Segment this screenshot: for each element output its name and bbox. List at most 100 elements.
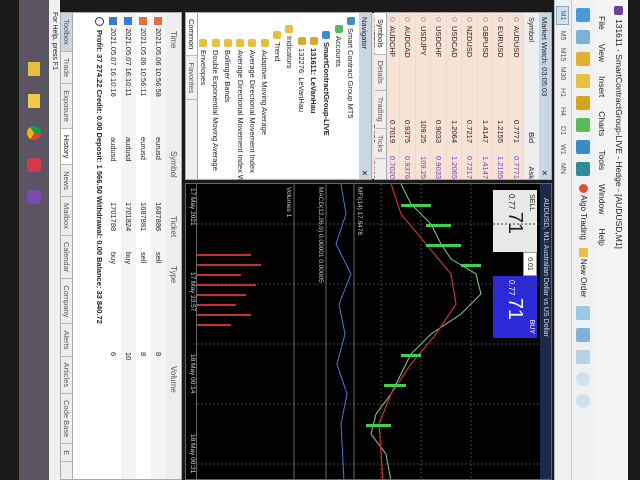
- tab-mailbox[interactable]: Mailbox: [61, 196, 72, 236]
- data-window-icon[interactable]: [576, 96, 591, 110]
- menu-help[interactable]: Help: [598, 228, 608, 245]
- bar-chart-icon[interactable]: [576, 305, 591, 320]
- navigator-item[interactable]: Indicators: [283, 17, 295, 175]
- column-ask[interactable]: Ask: [527, 143, 536, 179]
- tab-trade[interactable]: Trade: [61, 51, 72, 85]
- new-chart-icon[interactable]: [576, 8, 591, 22]
- market-watch-header: Market Watch: 03:05:03 ✕: [539, 13, 551, 179]
- tab-company[interactable]: Company: [61, 279, 72, 325]
- market-watch-row[interactable]: USDCHF 0.9033 0.9033: [430, 13, 446, 179]
- navigator-item-icon: [322, 31, 331, 39]
- timeframe-m30[interactable]: M30: [558, 65, 569, 82]
- navigator-item-icon: [334, 25, 343, 33]
- tab-news[interactable]: News: [61, 165, 72, 197]
- timeframe-d1[interactable]: D1: [558, 122, 569, 139]
- history-row[interactable]: 2021.05.06 10:56:11 eurusd 1687881 sell 8: [136, 13, 151, 479]
- tab-more[interactable]: E: [61, 444, 72, 463]
- toolbox-icon[interactable]: [576, 118, 591, 132]
- symbol-cell: USDCHF: [434, 13, 443, 107]
- column-volume[interactable]: Volume: [169, 366, 178, 426]
- navigator-item[interactable]: Average Directional Movement Index Wilde…: [234, 17, 246, 196]
- menu-insert[interactable]: Insert: [598, 76, 608, 97]
- timeframe-w1[interactable]: W1: [558, 141, 569, 158]
- time-cell: 2021.05.07 16:10:11: [124, 28, 133, 97]
- history-row[interactable]: 2021.05.06 10:56:58 eurusd 1687886 sell 8: [151, 13, 166, 479]
- market-watch-row[interactable]: USDJPY 109.25 109.25: [415, 13, 431, 179]
- metatrader-taskbar-icon[interactable]: [27, 190, 41, 204]
- navigator-item-label: Double Exponential Moving Average: [211, 50, 221, 171]
- candlestick-icon[interactable]: [576, 327, 591, 342]
- timeframe-h1[interactable]: H1: [558, 84, 569, 101]
- column-symbol[interactable]: Symbol: [169, 151, 178, 216]
- file-explorer-icon[interactable]: [28, 62, 40, 76]
- ask-cell: 0.9376: [403, 156, 413, 179]
- close-icon[interactable]: ✕: [361, 170, 370, 176]
- column-type[interactable]: Type: [169, 266, 178, 366]
- market-watch-row[interactable]: EURUSD 1.2155 1.2155: [492, 13, 508, 179]
- strategy-tester-icon[interactable]: [576, 140, 591, 154]
- timeframe-m5[interactable]: M5: [558, 27, 569, 44]
- close-icon[interactable]: ✕: [541, 170, 550, 176]
- chart-window[interactable]: AUDUSD, M1: Australian Dollar vs US Doll…: [185, 183, 552, 480]
- column-bid[interactable]: Bid: [527, 107, 536, 143]
- navigator-item[interactable]: Double Exponential Moving Average: [209, 17, 221, 175]
- algo-trading-button[interactable]: Algo Trading: [579, 184, 588, 240]
- navigator-item[interactable]: Smart Contract Group MT5: [345, 17, 357, 175]
- navigator-icon[interactable]: [576, 74, 591, 88]
- timeframe-h4[interactable]: H4: [558, 103, 569, 120]
- tab-history[interactable]: History: [61, 128, 72, 166]
- tab-exposure[interactable]: Exposure: [61, 84, 72, 129]
- navigator-item[interactable]: Bollinger Bands: [222, 17, 234, 175]
- tab-articles[interactable]: Articles: [61, 356, 72, 395]
- folder-icon[interactable]: [28, 94, 40, 108]
- line-chart-icon[interactable]: [576, 349, 591, 364]
- tab-code-base[interactable]: Code Base: [61, 394, 72, 445]
- navigator-item[interactable]: 131611: LeVanHau: [308, 17, 320, 175]
- navigator-item[interactable]: Adaptive Moving Average: [259, 17, 271, 175]
- tab-alerts[interactable]: Alerts: [61, 324, 72, 357]
- timeframe-m1[interactable]: M1: [556, 6, 570, 25]
- timeframe-mn[interactable]: MN: [558, 160, 569, 177]
- tab-favorites[interactable]: Favorites: [186, 56, 197, 101]
- market-watch-row[interactable]: AUDCAD 0.9375 0.9376: [399, 13, 415, 179]
- tab-details[interactable]: Details: [375, 54, 386, 91]
- symbol-name: GBPUSD: [480, 26, 490, 58]
- navigator-item[interactable]: 132276: LeVanHau: [296, 17, 308, 175]
- zoom-in-icon[interactable]: [576, 371, 591, 386]
- tab-ticks[interactable]: Ticks: [375, 128, 386, 160]
- tab-trading[interactable]: Trading: [375, 90, 386, 129]
- menu-file[interactable]: File: [598, 16, 608, 30]
- new-order-button[interactable]: New Order: [579, 247, 588, 298]
- tab-calendar[interactable]: Calendar: [61, 235, 72, 280]
- history-row[interactable]: 2021.05.07 16:10:11 audusd 1701824 buy 10: [121, 13, 136, 479]
- market-watch-row[interactable]: USDCAD 1.2064 1.2065: [446, 13, 462, 179]
- volume-cell: 10: [124, 352, 133, 361]
- menu-charts[interactable]: Charts: [598, 111, 608, 136]
- time-label: 18 May 00:31: [189, 434, 196, 474]
- menu-tools[interactable]: Tools: [598, 150, 608, 170]
- navigator-item[interactable]: Trend: [271, 17, 283, 175]
- tab-common[interactable]: Common: [186, 13, 197, 57]
- column-ticket[interactable]: Ticket: [169, 216, 178, 266]
- metaeditor-icon[interactable]: [576, 162, 591, 176]
- tab-symbols[interactable]: Symbols: [375, 13, 386, 55]
- navigator-item[interactable]: Average Directional Movement Index: [246, 17, 258, 175]
- menu-view[interactable]: View: [598, 44, 608, 62]
- menu-window[interactable]: Window: [598, 184, 608, 214]
- history-row[interactable]: 2021.05.07 16:10:16 audusd 1701788 buy 6: [106, 13, 121, 479]
- market-watch-icon[interactable]: [576, 52, 591, 66]
- market-watch-row[interactable]: NZDUSD 0.7217 0.7217: [461, 13, 477, 179]
- navigator-item[interactable]: Envelopes: [197, 17, 209, 175]
- column-symbol[interactable]: Symbol: [527, 13, 536, 107]
- navigator-item[interactable]: Accounts: [332, 17, 344, 175]
- market-watch-row[interactable]: GBPUSD 1.4147 1.4147: [477, 13, 493, 179]
- profiles-icon[interactable]: [576, 30, 591, 44]
- navigator-item[interactable]: SmartContractGroup-LIVE: [320, 17, 332, 175]
- zoom-out-icon[interactable]: [576, 393, 591, 408]
- ticket-cell: 1687886: [154, 202, 163, 232]
- market-watch-row[interactable]: AUDUSD 0.7771 0.7771: [508, 13, 524, 179]
- timeframe-m15[interactable]: M15: [558, 46, 569, 63]
- chrome-icon[interactable]: [27, 126, 41, 140]
- app-red-icon[interactable]: [27, 158, 41, 172]
- column-time[interactable]: Time: [169, 13, 178, 151]
